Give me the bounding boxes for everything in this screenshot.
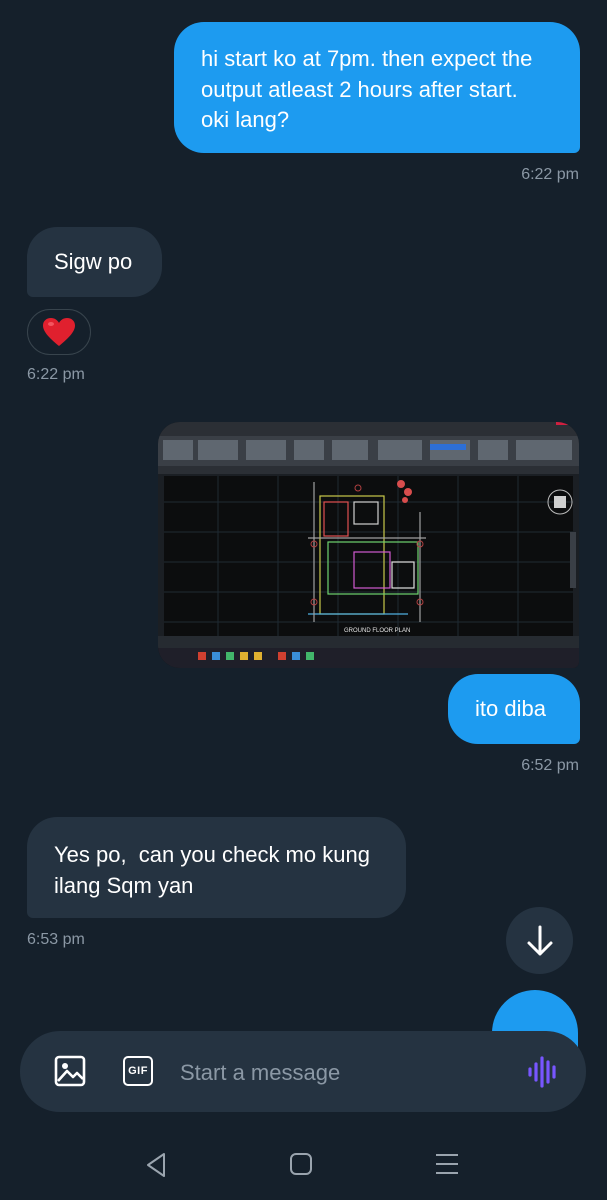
message-text-line: Yes po, can you check mo kung (54, 842, 370, 867)
message-input[interactable] (178, 1053, 502, 1093)
back-icon (147, 1153, 165, 1177)
recents-button[interactable] (434, 1151, 460, 1177)
message-text-line: ilang Sqm yan (54, 873, 194, 898)
voice-message-button[interactable] (526, 1055, 560, 1089)
heart-icon (43, 318, 75, 346)
home-button[interactable] (288, 1151, 314, 1177)
message-text-line: output atleast 2 hours after start. (201, 77, 518, 102)
message-text-line: oki lang? (201, 107, 290, 132)
message-text-line: hi start ko at 7pm. then expect the (201, 46, 533, 71)
cad-screenshot-image: GROUND FLOOR PLAN (158, 422, 579, 668)
media-button[interactable] (54, 1055, 86, 1087)
message-bubble-received[interactable]: Sigw po (27, 227, 162, 297)
voice-icon (528, 1056, 556, 1088)
scroll-to-bottom-button[interactable] (506, 907, 573, 974)
system-navigation-bar (0, 1120, 607, 1200)
message-text-line: Sigw po (54, 249, 133, 274)
image-caption: GROUND FLOOR PLAN (344, 628, 410, 634)
gif-icon: GIF (128, 1065, 148, 1077)
gif-button[interactable]: GIF (123, 1056, 153, 1086)
message-timestamp: 6:22 pm (27, 366, 85, 383)
recents-icon (436, 1154, 458, 1174)
back-button[interactable] (140, 1150, 172, 1180)
message-text-line: ito diba (475, 696, 546, 721)
message-bubble-received[interactable]: Yes po, can you check mo kung ilang Sqm … (27, 817, 406, 918)
message-timestamp: 6:22 pm (521, 166, 579, 183)
message-bubble-sent[interactable]: ito diba (448, 674, 580, 744)
arrow-down-icon (527, 925, 552, 955)
message-timestamp: 6:53 pm (27, 931, 85, 948)
image-attachment[interactable]: GROUND FLOOR PLAN (158, 422, 579, 668)
image-icon (54, 1055, 86, 1087)
message-timestamp: 6:52 pm (521, 757, 579, 774)
message-bubble-sent[interactable]: hi start ko at 7pm. then expect the outp… (174, 22, 580, 153)
home-icon (290, 1153, 312, 1175)
message-composer: GIF (20, 1031, 586, 1112)
reaction-badge[interactable] (27, 309, 91, 355)
